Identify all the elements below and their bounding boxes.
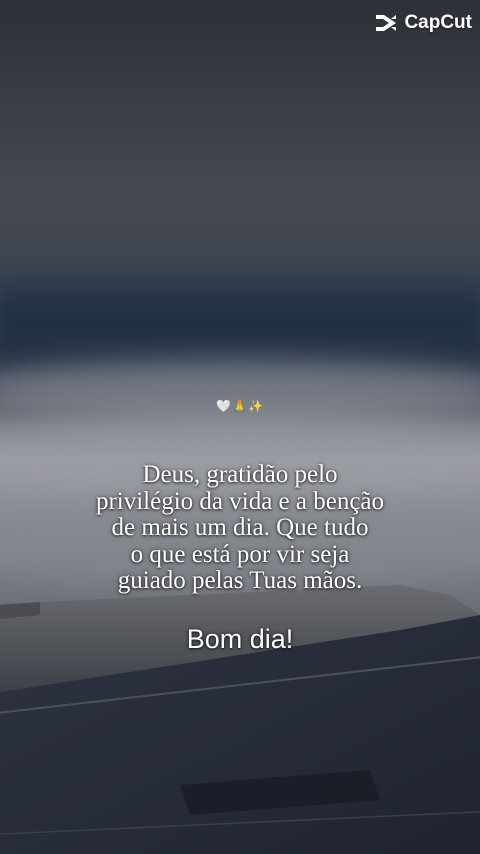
capcut-watermark: CapCut <box>374 12 472 34</box>
capcut-brand-text: CapCut <box>404 12 472 33</box>
message-line: de mais um dia. Que tudo <box>111 514 369 541</box>
message-line: Deus, gratidão pelo <box>142 461 338 488</box>
gratitude-message: Deus, gratidão pelo privilégio da vida e… <box>40 461 440 595</box>
message-line: o que está por vir seja <box>130 540 350 568</box>
white-heart-icon: 🤍 <box>216 399 233 413</box>
capcut-logo-icon <box>376 15 397 31</box>
message-line: guiado pelas Tuas mãos. <box>117 567 363 594</box>
greeting-text: Bom dia! <box>186 624 294 654</box>
sparkles-icon: ✨ <box>247 399 264 413</box>
praying-hands-icon: 🙏 <box>232 399 248 413</box>
emoji-row: 🤍🙏✨ <box>0 399 480 413</box>
message-line: privilégio da vida e a benção <box>95 487 385 515</box>
photo-background: CapCut 🤍🙏✨ Deus, gratidão pelo privilégi… <box>0 0 480 854</box>
